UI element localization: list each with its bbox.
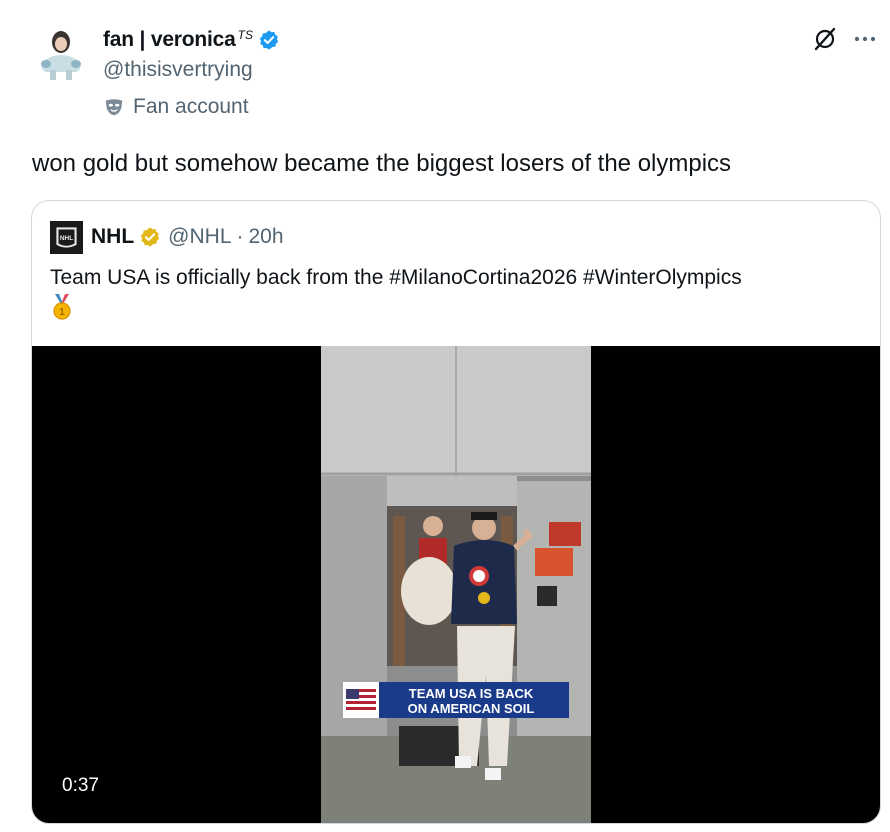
quote-text-block: Team USA is officially back from the #Mi… — [50, 263, 860, 320]
quote-header: NHL NHL @NHL · 20h — [50, 220, 284, 254]
banner-line-2: ON AMERICAN SOIL — [408, 701, 535, 716]
quote-handle[interactable]: @NHL — [168, 225, 231, 249]
svg-text:NHL: NHL — [60, 235, 73, 242]
video-duration: 0:37 — [52, 771, 109, 801]
account-label: Fan account — [103, 94, 280, 120]
quote-name[interactable]: NHL — [91, 225, 134, 249]
verified-badge-icon[interactable] — [258, 29, 280, 51]
svg-text:1: 1 — [59, 307, 65, 318]
top-actions — [812, 26, 878, 52]
tweet-text: won gold but somehow became the biggest … — [32, 150, 732, 177]
quoted-tweet[interactable]: NHL NHL @NHL · 20h Team USA is officiall… — [31, 200, 881, 824]
avatar-image — [41, 31, 81, 80]
banner-line-1: TEAM USA IS BACK — [409, 686, 534, 701]
name-row: fan | veronica TS — [103, 26, 280, 54]
video-thumbnail: TEAM USA IS BACK ON AMERICAN SOIL — [321, 346, 591, 823]
quote-time[interactable]: 20h — [249, 225, 284, 249]
video-player[interactable]: TEAM USA IS BACK ON AMERICAN SOIL 0:37 — [32, 346, 880, 823]
gold-medal-icon: 1 — [53, 294, 71, 320]
author-handle[interactable]: @thisisvertrying — [103, 56, 280, 84]
author-avatar[interactable] — [36, 26, 86, 82]
name-suffix: TS — [237, 28, 253, 42]
nhl-logo-icon[interactable]: NHL — [50, 220, 83, 254]
mask-icon — [105, 99, 123, 116]
display-name[interactable]: fan | veronica — [103, 28, 236, 52]
quote-text: Team USA is officially back from the #Mi… — [50, 266, 742, 289]
account-label-text: Fan account — [133, 95, 249, 118]
author-header: fan | veronica TS @thisisvertrying Fan a… — [103, 26, 280, 120]
tweet[interactable]: fan | veronica TS @thisisvertrying Fan a… — [0, 0, 890, 832]
quote-separator: · — [236, 225, 244, 248]
video-frame[interactable]: TEAM USA IS BACK ON AMERICAN SOIL — [321, 346, 591, 823]
us-flag-icon — [346, 689, 376, 711]
more-icon[interactable] — [852, 26, 878, 52]
grok-icon[interactable] — [812, 26, 838, 52]
verified-gold-badge-icon[interactable] — [139, 226, 161, 248]
